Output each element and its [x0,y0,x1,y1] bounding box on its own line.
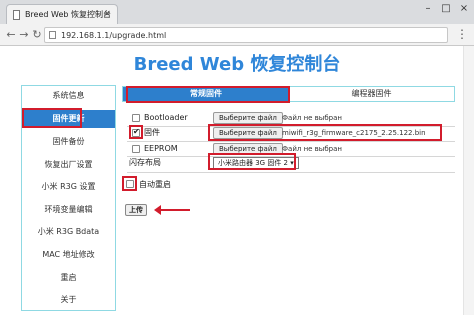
close-window-icon[interactable]: × [456,3,472,14]
highlight-box-firmware-checkbox [129,125,143,139]
address-bar-url: 192.168.1.1/upgrade.html [61,30,167,40]
sidebar-item-r3g-settings[interactable]: 小米 R3G 设置 [22,178,115,196]
minimize-icon[interactable]: – [420,3,436,14]
bootloader-file-button[interactable]: Выберите файл [213,112,283,124]
upload-button[interactable]: 上传 [125,204,147,216]
sidebar-item-r3g-bdata[interactable]: 小米 R3G Bdata [22,223,115,241]
sidebar-item-mac-edit[interactable]: MAC 地址修改 [22,246,115,264]
sidebar-item-env-editor[interactable]: 环境变量编辑 [22,201,115,219]
tab-programmer-firmware[interactable]: 编程器固件 [289,87,454,101]
bootloader-file-name: Файл не выбран [282,114,342,122]
sidebar-item-about[interactable]: 关于 [22,291,115,309]
red-arrow-annotation [154,205,190,215]
browser-toolbar: ← → ↻ 192.168.1.1/upgrade.html ⋮ [0,24,474,46]
eeprom-label: EEPROM [144,144,178,153]
browser-tab[interactable]: Breed Web 恢复控制台 × [6,4,118,24]
page-title: Breed Web 恢复控制台 [133,54,341,75]
row-divider [127,141,455,142]
reload-icon[interactable]: ↻ [30,28,44,42]
browser-tab-title: Breed Web 恢复控制台 [24,10,111,19]
address-bar[interactable]: 192.168.1.1/upgrade.html [44,27,448,43]
bootloader-label: Bootloader [144,113,188,122]
highlight-box-regular-tab [126,86,290,103]
highlight-box-auto-reboot [122,176,137,191]
highlight-box-flash-layout [208,153,296,170]
eeprom-checkbox[interactable] [132,145,140,153]
highlight-box-firmware-file [208,124,442,141]
auto-reboot-label: 自动重启 [139,180,171,189]
sidebar-item-factory-reset[interactable]: 恢复出厂设置 [22,156,115,174]
scrollbar-track[interactable] [463,46,474,315]
highlight-box-firmware-update [22,108,82,128]
sidebar-item-firmware-backup[interactable]: 固件备份 [22,133,115,151]
back-arrow-icon[interactable]: ← [4,28,18,42]
row-divider [127,172,455,173]
sidebar-item-reboot[interactable]: 重启 [22,269,115,287]
forward-arrow-icon[interactable]: → [17,28,31,42]
close-tab-icon[interactable]: × [103,9,111,19]
flash-layout-label: 闪存布局 [129,158,161,167]
maximize-icon[interactable]: □ [438,3,454,14]
bootloader-checkbox[interactable] [132,114,140,122]
firmware-label: 固件 [144,128,160,137]
page-icon [13,9,20,20]
sidebar-item-system-info[interactable]: 系统信息 [22,87,115,105]
browser-tab-strip: Breed Web 恢复控制台 × – □ × [0,0,474,24]
page-info-icon[interactable] [49,31,56,39]
menu-icon[interactable]: ⋮ [456,27,468,41]
